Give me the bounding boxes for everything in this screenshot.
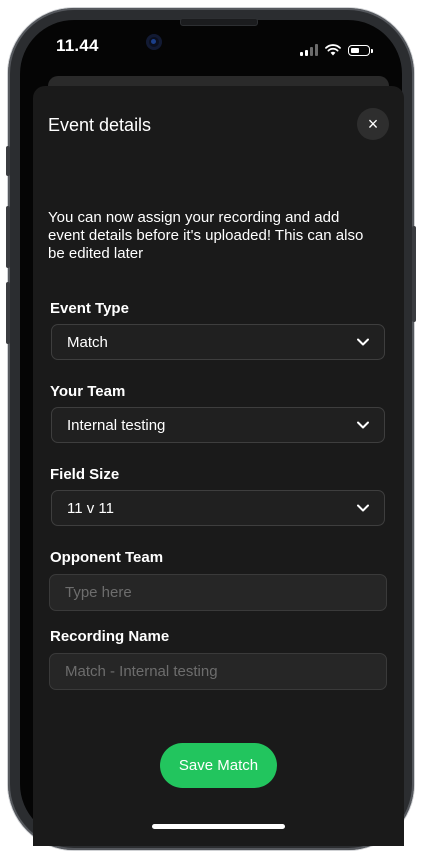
status-time: 11.44 xyxy=(56,36,99,55)
chevron-down-icon xyxy=(357,338,369,346)
chevron-down-icon xyxy=(357,504,369,512)
field-size-select[interactable]: 11 v 11 xyxy=(51,490,385,526)
recording-name-input[interactable] xyxy=(49,653,387,690)
your-team-select[interactable]: Internal testing xyxy=(51,407,385,443)
sheet-title: Event details xyxy=(48,115,152,135)
opponent-team-label: Opponent Team xyxy=(50,549,164,566)
intro-text: You can now assign your recording and ad… xyxy=(48,209,364,262)
status-icons xyxy=(300,42,373,56)
home-indicator[interactable] xyxy=(152,824,285,829)
battery-icon xyxy=(348,45,373,56)
field-size-value: 11 v 11 xyxy=(67,499,114,517)
your-team-value: Internal testing xyxy=(67,416,166,434)
save-match-button[interactable]: Save Match xyxy=(160,743,277,788)
your-team-label: Your Team xyxy=(50,383,126,400)
front-camera-icon xyxy=(146,34,162,50)
opponent-team-input[interactable] xyxy=(49,574,387,611)
chevron-down-icon xyxy=(357,421,369,429)
close-icon: × xyxy=(367,113,379,134)
silent-switch xyxy=(6,146,10,176)
power-button xyxy=(412,226,416,322)
earpiece-speaker xyxy=(180,18,258,26)
wifi-icon xyxy=(325,44,341,56)
recording-name-label: Recording Name xyxy=(50,628,170,645)
close-button[interactable]: × xyxy=(357,108,389,140)
volume-up-button xyxy=(6,206,10,268)
field-size-label: Field Size xyxy=(50,466,120,483)
volume-down-button xyxy=(6,282,10,344)
event-type-value: Match xyxy=(67,333,108,351)
cellular-signal-icon xyxy=(300,44,318,56)
event-type-select[interactable]: Match xyxy=(51,324,385,360)
event-type-label: Event Type xyxy=(50,300,129,317)
